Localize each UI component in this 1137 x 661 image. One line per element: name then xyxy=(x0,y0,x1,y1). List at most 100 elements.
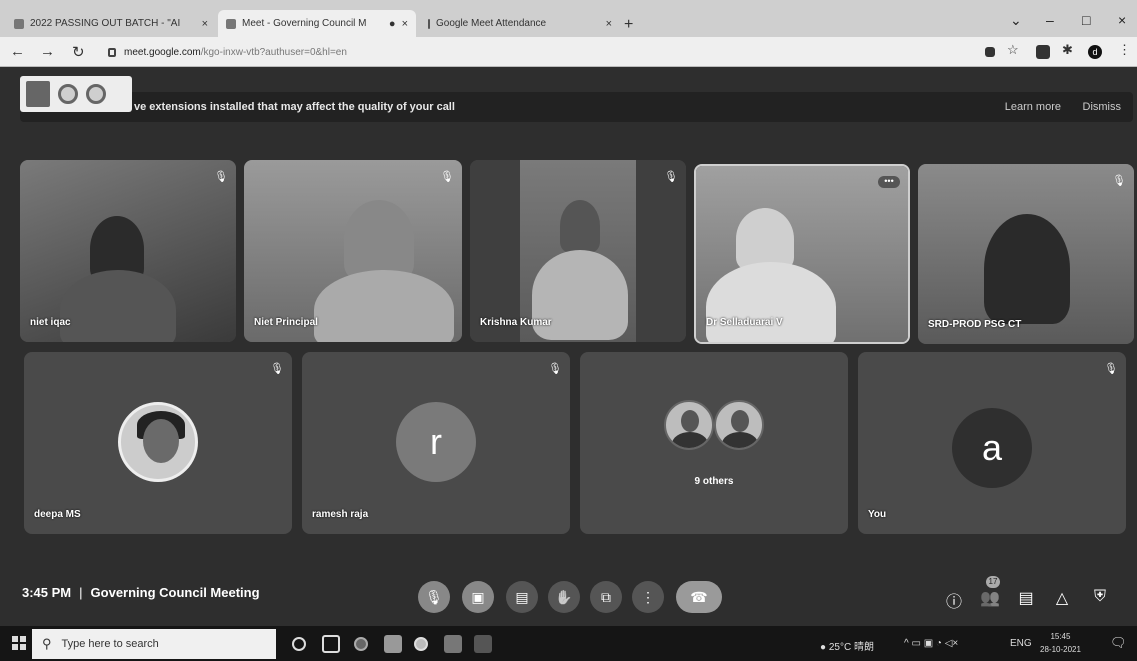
teams-icon[interactable] xyxy=(444,635,462,653)
activities-icon[interactable]: △ xyxy=(1052,588,1072,608)
tab-attendance[interactable]: Google Meet Attendance × xyxy=(420,10,620,37)
avatar xyxy=(118,402,198,482)
lock-icon xyxy=(108,47,116,57)
meeting-info: 3:45 PM | Governing Council Meeting xyxy=(22,585,260,600)
participant-tile[interactable]: 🎙 niet iqac xyxy=(20,160,236,342)
others-avatar xyxy=(664,400,714,450)
avatar-face xyxy=(143,419,179,463)
profile-avatar[interactable]: d xyxy=(1088,45,1102,59)
tab-meet[interactable]: Meet - Governing Council M ● × xyxy=(218,10,416,37)
url-input[interactable]: meet.google.com /kgo-inxw-vtb?authuser=0… xyxy=(108,42,958,62)
notifications-icon[interactable]: 🗨 xyxy=(1110,635,1127,651)
avatar-face xyxy=(681,410,699,432)
chrome-icon[interactable] xyxy=(414,637,428,651)
tab-label: Meet - Governing Council M xyxy=(242,18,367,29)
participant-tile[interactable]: 🎙 Niet Principal xyxy=(244,160,462,342)
leave-call-button[interactable]: ☎ xyxy=(676,581,722,613)
attendance-app-icon[interactable] xyxy=(26,81,50,107)
back-icon[interactable]: ← xyxy=(10,43,25,60)
mic-off-icon: 🎙 xyxy=(440,171,454,183)
participant-name: deepa MS xyxy=(34,509,81,520)
others-count-label: 9 others xyxy=(694,476,734,487)
meet-area xyxy=(0,67,1137,626)
gmail-icon xyxy=(14,18,24,29)
taskbar-clock[interactable]: 15:45 28-10-2021 xyxy=(1040,630,1081,656)
clock-date: 28-10-2021 xyxy=(1040,645,1081,654)
reload-icon[interactable]: ↻ xyxy=(72,43,85,61)
tab-batch[interactable]: 2022 PASSING OUT BATCH - "AI × xyxy=(6,10,216,37)
cortana-icon[interactable] xyxy=(292,637,306,651)
forward-icon[interactable]: → xyxy=(40,43,55,60)
chat-icon[interactable]: ▤ xyxy=(1016,588,1036,608)
mic-off-icon: 🎙 xyxy=(270,363,284,375)
menu-icon[interactable]: ⋮ xyxy=(1118,43,1132,57)
close-tab-icon[interactable]: × xyxy=(202,18,208,30)
participant-tile-speaking[interactable]: ••• Dr Selladuarai V xyxy=(694,164,910,344)
avatar: r xyxy=(396,402,476,482)
weather-widget[interactable]: ● 25°C 晴朗 xyxy=(820,638,874,653)
host-controls-icon[interactable]: ⛨ xyxy=(1090,588,1110,606)
captions-button[interactable]: ▤ xyxy=(506,581,538,613)
windows-taskbar: ⚲ Type here to search ● 25°C 晴朗 ^ ▭ ▣ ◔ … xyxy=(0,626,1137,661)
edge-icon[interactable] xyxy=(354,637,368,651)
dismiss-button[interactable]: Dismiss xyxy=(1083,101,1122,113)
file-explorer-icon[interactable] xyxy=(384,635,402,653)
bookmark-star-icon[interactable]: ☆ xyxy=(1007,43,1021,57)
close-window-button[interactable]: × xyxy=(1118,12,1126,28)
url-path: /kgo-inxw-vtb?authuser=0&hl=en xyxy=(200,46,347,58)
weather-text: 25°C 晴朗 xyxy=(828,642,874,653)
participant-tile[interactable]: 🎙 Krishna Kumar xyxy=(470,160,686,342)
avatar-body xyxy=(722,432,758,448)
participant-tile[interactable]: 🎙 SRD-PROD PSG CT xyxy=(918,164,1134,344)
extension-warning-banner: ve extensions installed that may affect … xyxy=(20,92,1133,122)
close-tab-icon[interactable]: × xyxy=(606,18,612,30)
people-icon[interactable]: 👥 xyxy=(980,588,1000,608)
windows-start-icon[interactable] xyxy=(12,636,26,650)
camera-icon[interactable] xyxy=(985,47,995,57)
maximize-button[interactable]: □ xyxy=(1082,12,1090,28)
avatar-face xyxy=(731,410,749,432)
taskbar-search-input[interactable]: ⚲ Type here to search xyxy=(32,629,276,659)
raise-hand-button[interactable]: ✋ xyxy=(548,581,580,613)
learn-more-link[interactable]: Learn more xyxy=(1005,101,1061,113)
extension-icon[interactable] xyxy=(1036,45,1050,59)
banner-message: ve extensions installed that may affect … xyxy=(134,101,455,113)
others-avatar xyxy=(714,400,764,450)
meeting-info-separator: | xyxy=(79,585,83,600)
participant-tile[interactable]: r 🎙 ramesh raja xyxy=(302,352,570,534)
participant-name: You xyxy=(868,509,887,520)
present-screen-button[interactable]: ⧉ xyxy=(590,581,622,613)
new-tab-button[interactable]: + xyxy=(624,16,633,34)
puzzle-icon[interactable]: ✱ xyxy=(1062,43,1076,57)
more-options-button[interactable]: ⋮ xyxy=(632,581,664,613)
participant-body xyxy=(60,270,176,342)
self-tile[interactable]: a 🎙 You xyxy=(858,352,1126,534)
mic-off-icon: 🎙 xyxy=(1112,175,1126,187)
others-tile[interactable]: 9 others xyxy=(580,352,848,534)
language-indicator[interactable]: ENG xyxy=(1010,638,1032,649)
participant-head xyxy=(344,200,414,280)
participant-body xyxy=(314,270,454,342)
recording-dot-icon: ● xyxy=(388,17,396,30)
mic-off-icon: 🎙 xyxy=(214,171,228,183)
meet-icon xyxy=(226,18,236,29)
tab-search-icon[interactable]: ⌄ xyxy=(1010,12,1022,29)
meeting-details-icon[interactable]: ⓘ xyxy=(944,588,964,612)
task-view-icon[interactable] xyxy=(322,635,340,653)
participant-name: niet iqac xyxy=(30,317,71,328)
close-tab-icon[interactable]: × xyxy=(402,18,408,30)
app-icon[interactable] xyxy=(474,635,492,653)
extension-overlay xyxy=(20,76,132,112)
mic-toggle-button[interactable]: 🎙 xyxy=(418,581,450,613)
participant-tile[interactable]: 🎙 deepa MS xyxy=(24,352,292,534)
arrow-up-circle-icon[interactable] xyxy=(58,84,78,104)
arrow-down-circle-icon[interactable] xyxy=(86,84,106,104)
clock-time: 15:45 xyxy=(1050,632,1071,641)
camera-toggle-button[interactable]: ▣ xyxy=(462,581,494,613)
participant-name: Krishna Kumar xyxy=(480,317,552,328)
participant-body xyxy=(706,262,836,342)
search-icon: ⚲ xyxy=(42,636,52,651)
more-options-icon[interactable]: ••• xyxy=(878,176,900,188)
minimize-button[interactable]: – xyxy=(1046,12,1054,28)
system-tray-icons[interactable]: ^ ▭ ▣ ◔ ◁× xyxy=(904,638,958,649)
